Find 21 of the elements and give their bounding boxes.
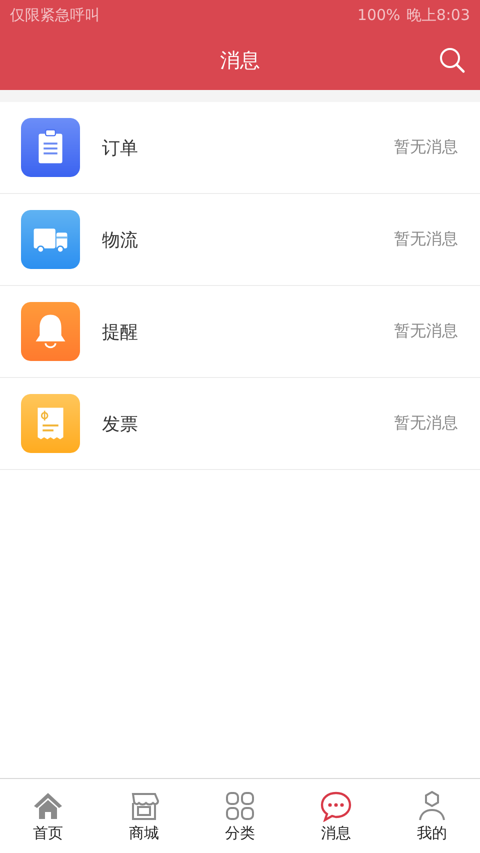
message-status: 暂无消息	[394, 229, 458, 250]
carrier-text: 仅限紧急呼叫	[10, 6, 100, 24]
nav-tab[interactable]: 消息	[288, 779, 384, 853]
message-status: 暂无消息	[394, 321, 458, 342]
person-icon	[416, 790, 448, 822]
page-title: 消息	[220, 46, 260, 74]
message-category[interactable]: 物流	[102, 228, 394, 252]
clock-text: 晚上8:03	[406, 6, 470, 24]
message-status: 暂无消息	[394, 413, 458, 434]
chat-bubble-icon	[320, 790, 352, 822]
nav-tab[interactable]: 首页	[0, 779, 96, 853]
battery-text: 100%	[357, 6, 400, 24]
message-category[interactable]: 提醒	[102, 320, 394, 344]
grid-icon	[224, 790, 256, 822]
nav-tab[interactable]: 我的	[384, 779, 480, 853]
message-category[interactable]: 订单	[102, 136, 394, 160]
message-category[interactable]: 发票	[102, 412, 394, 436]
message-status: 暂无消息	[394, 137, 458, 158]
nav-tab[interactable]: 商城	[96, 779, 192, 853]
search-icon[interactable]	[438, 46, 466, 74]
nav-tab[interactable]: 分类	[192, 779, 288, 853]
